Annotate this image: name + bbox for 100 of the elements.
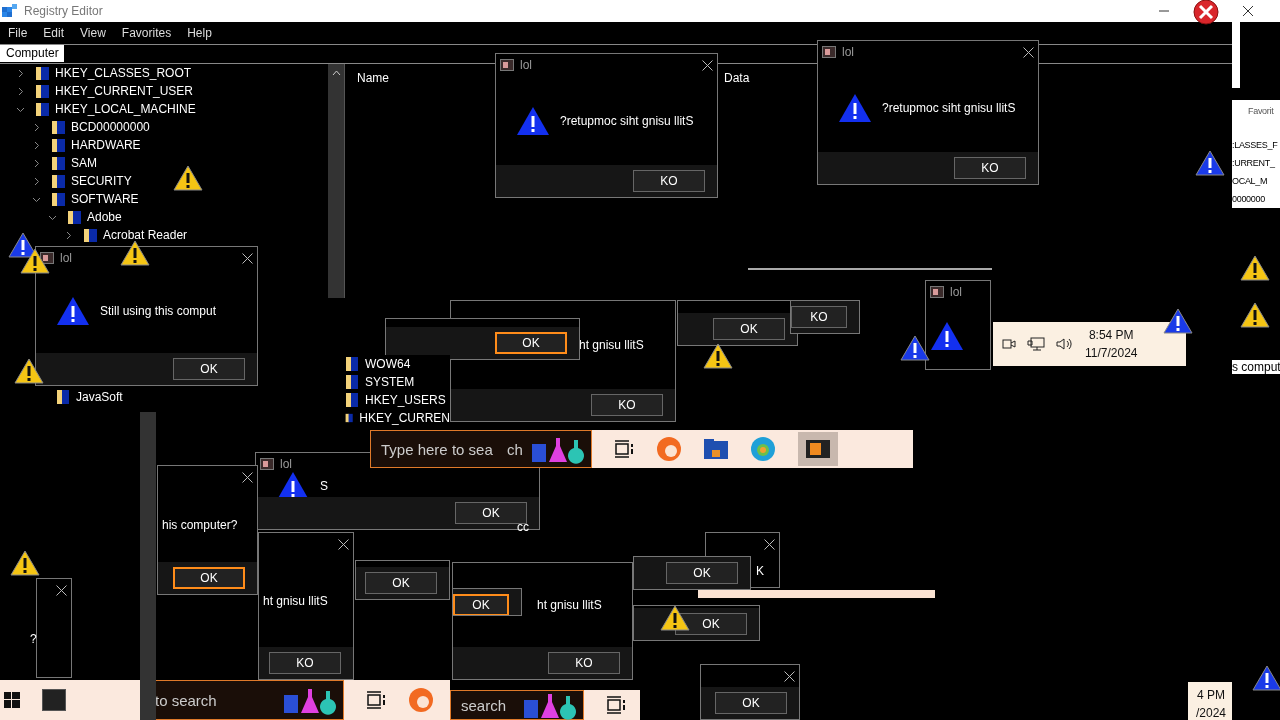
close-icon[interactable] (56, 584, 67, 596)
tree-item[interactable]: WOW64 (365, 357, 411, 371)
dialog-message: S (320, 479, 328, 493)
tree-item[interactable]: HKEY_CLASSES_ROOT (55, 66, 192, 80)
warning-icon (1195, 150, 1225, 176)
search-field[interactable]: search (461, 696, 515, 714)
chevron-right-icon[interactable] (32, 122, 41, 132)
folder-icon (67, 209, 83, 225)
dialog-button[interactable]: OK (455, 502, 527, 524)
dialog-button[interactable]: OK (715, 692, 787, 714)
close-icon[interactable] (242, 471, 253, 483)
dialog-title: lol (950, 285, 962, 299)
tree-item[interactable]: HKEY_CURREN (359, 411, 450, 425)
chevron-right-icon[interactable] (32, 158, 41, 168)
folder-icon (35, 101, 51, 117)
window-title: Registry Editor (24, 4, 103, 18)
search-bar: Type here to sea ch (370, 430, 592, 468)
dialog-button[interactable]: OK (173, 567, 245, 589)
clock-time[interactable]: 4 PM (1197, 686, 1225, 704)
folder-icon (51, 173, 67, 189)
dialog-button[interactable]: KO (791, 306, 847, 328)
app-icon[interactable] (797, 432, 838, 466)
warning-icon (838, 92, 872, 123)
chevron-right-icon[interactable] (64, 230, 73, 240)
tree-item[interactable]: Acrobat Reader (103, 228, 188, 242)
tree-item[interactable]: SOFTWARE (71, 192, 139, 206)
chevron-right-icon[interactable] (16, 86, 25, 96)
close-icon[interactable] (764, 538, 775, 550)
task-view-icon[interactable] (606, 696, 626, 714)
column-header[interactable]: Name (357, 71, 389, 85)
close-icon[interactable] (784, 670, 795, 682)
dialog-button[interactable]: OK (495, 332, 567, 354)
search-field[interactable]: Type here to sea (381, 440, 501, 458)
scrollbar[interactable] (140, 412, 156, 720)
tree-item[interactable]: BCD00000000 (71, 120, 150, 134)
menu-item[interactable]: Favorit (1232, 100, 1280, 136)
browser-icon[interactable] (408, 687, 434, 713)
clock-date[interactable]: 11/7/2024 (1085, 344, 1138, 362)
chevron-right-icon[interactable] (32, 176, 41, 186)
tree-item[interactable]: HKEY_CURRENT_USER (55, 84, 194, 98)
folder-icon (51, 155, 67, 171)
tree-item[interactable]: OCAL_M (1232, 176, 1268, 186)
menu-item[interactable]: View (80, 26, 106, 40)
clock-time[interactable]: 8:54 PM (1088, 326, 1134, 344)
tree-item[interactable]: 0000000 (1232, 194, 1265, 204)
text-fragment: s comput (1232, 360, 1280, 374)
dialog-button[interactable]: OK (453, 594, 509, 615)
warning-icon (10, 550, 40, 576)
dialog-title: lol (280, 457, 292, 471)
chevron-right-icon[interactable] (16, 68, 25, 78)
menu-item[interactable]: Edit (43, 26, 65, 40)
dialog-button[interactable]: OK (713, 318, 785, 340)
close-icon[interactable] (1242, 5, 1254, 17)
tree-item[interactable]: SECURITY (71, 174, 132, 188)
tree-item[interactable]: HKEY_LOCAL_MACHINE (55, 102, 196, 116)
dialog-button[interactable]: OK (365, 572, 437, 594)
scroll-up-icon[interactable] (331, 70, 341, 76)
folder-icon[interactable] (703, 439, 728, 459)
tree-item[interactable]: HARDWARE (71, 138, 141, 152)
folder-icon (345, 374, 359, 390)
folder-icon (35, 83, 51, 99)
menu-item[interactable]: Help (187, 26, 212, 40)
folder-icon (51, 119, 67, 135)
folder-icon (51, 191, 67, 207)
dialog-button[interactable]: KO (954, 157, 1026, 179)
windows-icon[interactable] (4, 692, 20, 708)
chevron-right-icon[interactable] (32, 140, 41, 150)
address-field[interactable]: Computer (0, 45, 64, 62)
tree-item[interactable]: SYSTEM (365, 375, 415, 389)
speaker-icon[interactable] (1055, 336, 1075, 352)
browser-icon[interactable] (655, 436, 682, 462)
close-icon[interactable] (338, 538, 349, 550)
tree-item[interactable]: HKEY_USERS (365, 393, 446, 407)
close-icon[interactable] (702, 59, 713, 71)
tree-item[interactable]: :LASSES_F (1232, 140, 1278, 150)
clock-date[interactable]: /2024 (1196, 704, 1227, 720)
warning-icon (1240, 255, 1270, 281)
dialog-button[interactable]: KO (548, 652, 620, 674)
dialog-button[interactable]: OK (666, 562, 738, 584)
network-icon[interactable] (1027, 336, 1045, 352)
task-view-icon[interactable] (613, 440, 634, 458)
dialog-button[interactable]: OK (173, 358, 245, 380)
scrollbar[interactable] (328, 64, 344, 298)
close-icon[interactable] (1023, 46, 1034, 58)
column-header[interactable]: Data (724, 71, 750, 85)
search-field[interactable]: to search (155, 691, 275, 709)
dialog-button[interactable]: KO (269, 652, 341, 674)
close-icon[interactable] (242, 252, 253, 264)
camera-icon[interactable] (1001, 336, 1017, 352)
dialog-button[interactable]: KO (633, 170, 705, 192)
dialog-message: ht gnisu llitS (537, 598, 602, 612)
tree-item[interactable]: JavaSoft (76, 390, 123, 404)
task-view-icon[interactable] (366, 691, 386, 709)
menu-item[interactable]: Favorites (121, 26, 172, 40)
tree-item[interactable]: :URRENT_ (1232, 158, 1275, 168)
dialog-button[interactable]: KO (591, 394, 663, 416)
warning-icon (1163, 308, 1193, 334)
tree-item[interactable]: Adobe (87, 210, 122, 224)
menu-item[interactable]: File (8, 26, 28, 40)
tree-item[interactable]: SAM (71, 156, 97, 170)
